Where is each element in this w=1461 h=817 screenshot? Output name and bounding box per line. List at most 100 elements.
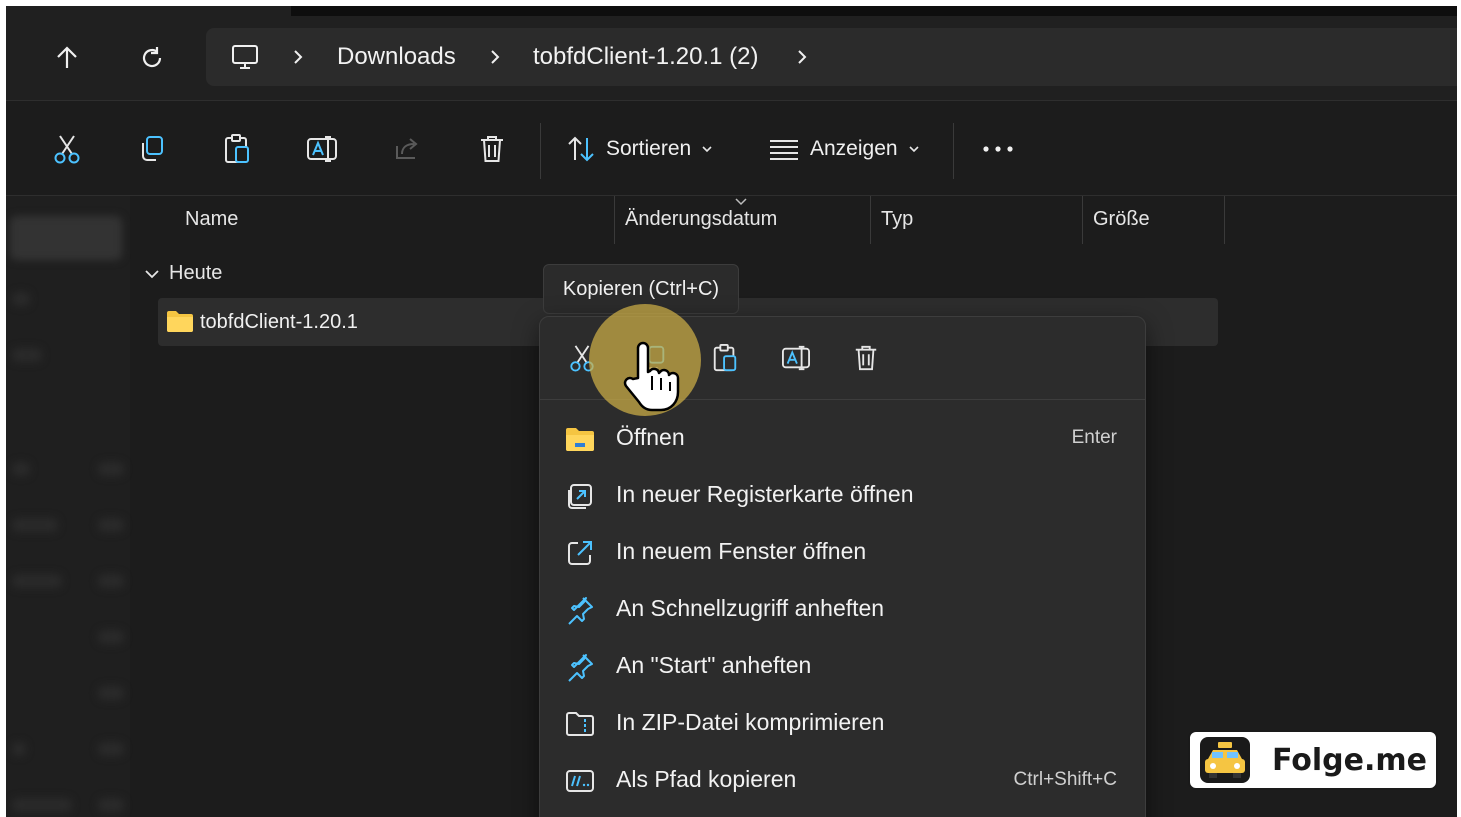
menu-item-label: Öffnen bbox=[616, 424, 685, 450]
view-dropdown[interactable]: Anzeigen bbox=[768, 127, 920, 171]
navigation-pane bbox=[6, 196, 130, 817]
refresh-icon bbox=[142, 47, 162, 68]
chevron-right-icon[interactable] bbox=[283, 42, 313, 72]
folgeme-badge: Folge.me bbox=[1188, 730, 1438, 790]
toolbar-divider bbox=[540, 123, 541, 179]
menu-item-label: An Schnellzugriff anheften bbox=[616, 595, 885, 621]
file-explorer-window: Downloads tobfdClient-1.20.1 (2) Sortier… bbox=[6, 6, 1457, 817]
group-label: Heute bbox=[169, 262, 223, 284]
menu-item-label: In ZIP-Datei komprimieren bbox=[616, 709, 885, 735]
nav-item-blurred[interactable] bbox=[98, 518, 124, 532]
view-list-icon bbox=[770, 140, 798, 160]
pin-icon bbox=[564, 651, 596, 683]
trash-icon bbox=[481, 136, 503, 162]
nav-item-blurred[interactable] bbox=[12, 518, 58, 532]
breadcrumb-downloads[interactable]: Downloads bbox=[337, 28, 456, 86]
address-row: Downloads tobfdClient-1.20.1 (2) bbox=[6, 6, 1457, 100]
nav-item-blurred[interactable] bbox=[98, 630, 124, 644]
paste-icon bbox=[225, 134, 249, 163]
column-divider[interactable] bbox=[1082, 196, 1083, 244]
context-delete-button[interactable] bbox=[843, 335, 889, 381]
up-button[interactable] bbox=[49, 40, 85, 76]
this-pc-button[interactable] bbox=[230, 42, 260, 77]
view-label: Anzeigen bbox=[810, 137, 898, 160]
column-header-name[interactable]: Name bbox=[185, 208, 238, 231]
refresh-button[interactable] bbox=[134, 40, 170, 76]
chevron-right-icon[interactable] bbox=[480, 42, 510, 72]
menu-item-open[interactable]: Öffnen Enter bbox=[540, 411, 1145, 467]
zip-icon bbox=[564, 708, 596, 740]
column-divider[interactable] bbox=[1224, 196, 1225, 244]
sort-dropdown[interactable]: Sortieren bbox=[566, 127, 713, 171]
folder-icon bbox=[564, 423, 596, 455]
group-header-today[interactable]: Heute bbox=[144, 262, 222, 285]
nav-item-blurred[interactable] bbox=[10, 216, 122, 260]
menu-item-open-new-window[interactable]: In neuem Fenster öffnen bbox=[540, 525, 1145, 581]
column-header-row: Name Änderungsdatum Typ Größe bbox=[130, 196, 1457, 244]
more-options-button[interactable] bbox=[976, 127, 1020, 171]
folder-icon bbox=[167, 311, 193, 332]
column-divider[interactable] bbox=[614, 196, 615, 244]
copy-button[interactable] bbox=[130, 127, 174, 171]
nav-item-blurred[interactable] bbox=[12, 798, 72, 812]
column-header-size[interactable]: Größe bbox=[1093, 208, 1150, 231]
chevron-right-icon[interactable] bbox=[787, 42, 817, 72]
breadcrumb-current-folder[interactable]: tobfdClient-1.20.1 (2) bbox=[533, 28, 758, 86]
top-strip bbox=[291, 6, 1457, 16]
nav-item-blurred[interactable] bbox=[12, 348, 42, 362]
column-header-type[interactable]: Typ bbox=[881, 208, 913, 231]
nav-item-blurred[interactable] bbox=[98, 798, 124, 812]
command-bar: Sortieren Anzeigen bbox=[6, 100, 1457, 196]
share-button[interactable] bbox=[385, 127, 429, 171]
sort-icon bbox=[568, 136, 594, 162]
context-rename-button[interactable] bbox=[773, 335, 819, 381]
taxi-logo-icon bbox=[1200, 737, 1250, 783]
menu-item-label: In neuem Fenster öffnen bbox=[616, 538, 867, 564]
chevron-down-icon bbox=[909, 146, 919, 153]
address-bar[interactable]: Downloads tobfdClient-1.20.1 (2) bbox=[206, 28, 1457, 86]
trash-icon bbox=[855, 345, 877, 371]
menu-item-compress-zip[interactable]: In ZIP-Datei komprimieren bbox=[540, 696, 1145, 752]
menu-item-label: Als Pfad kopieren bbox=[616, 766, 797, 792]
menu-item-pin-start[interactable]: An "Start" anheften bbox=[540, 639, 1145, 695]
share-icon bbox=[396, 138, 418, 159]
menu-item-shortcut: Ctrl+Shift+C bbox=[1013, 769, 1117, 790]
sort-label: Sortieren bbox=[606, 137, 692, 160]
rename-icon bbox=[782, 345, 810, 371]
scissors-icon bbox=[54, 135, 80, 164]
delete-button[interactable] bbox=[470, 127, 514, 171]
nav-item-blurred[interactable] bbox=[12, 574, 62, 588]
pin-icon bbox=[564, 594, 596, 626]
file-name: tobfdClient-1.20.1 bbox=[200, 311, 358, 333]
menu-item-copy-as-path[interactable]: Als Pfad kopieren Ctrl+Shift+C bbox=[540, 753, 1145, 809]
more-icon bbox=[983, 146, 1013, 152]
nav-item-blurred[interactable] bbox=[12, 742, 26, 756]
rename-icon bbox=[307, 136, 337, 162]
toolbar-divider bbox=[953, 123, 954, 179]
menu-item-pin-quick-access[interactable]: An Schnellzugriff anheften bbox=[540, 582, 1145, 638]
nav-item-blurred[interactable] bbox=[98, 462, 124, 476]
watermark-text: Folge.me bbox=[1272, 742, 1427, 778]
arrow-up-icon bbox=[57, 46, 77, 68]
paste-icon bbox=[713, 344, 737, 372]
nav-item-blurred[interactable] bbox=[12, 462, 30, 476]
column-header-modified[interactable]: Änderungsdatum bbox=[625, 208, 777, 231]
column-divider[interactable] bbox=[870, 196, 871, 244]
new-window-icon bbox=[564, 537, 596, 569]
cut-button[interactable] bbox=[45, 127, 89, 171]
menu-item-shortcut: Enter bbox=[1071, 427, 1117, 448]
paste-button[interactable] bbox=[215, 127, 259, 171]
hand-pointer-icon bbox=[623, 341, 680, 412]
rename-button[interactable] bbox=[300, 127, 344, 171]
nav-item-blurred[interactable] bbox=[98, 742, 124, 756]
copy-icon bbox=[142, 136, 163, 161]
nav-item-blurred[interactable] bbox=[98, 574, 124, 588]
menu-item-label: An "Start" anheften bbox=[616, 652, 812, 678]
new-tab-icon bbox=[564, 480, 596, 512]
context-paste-button[interactable] bbox=[702, 335, 748, 381]
nav-item-blurred[interactable] bbox=[98, 686, 124, 700]
monitor-icon bbox=[232, 45, 258, 69]
menu-item-open-new-tab[interactable]: In neuer Registerkarte öffnen bbox=[540, 468, 1145, 524]
nav-item-blurred[interactable] bbox=[12, 292, 30, 306]
chevron-down-icon bbox=[145, 269, 159, 278]
